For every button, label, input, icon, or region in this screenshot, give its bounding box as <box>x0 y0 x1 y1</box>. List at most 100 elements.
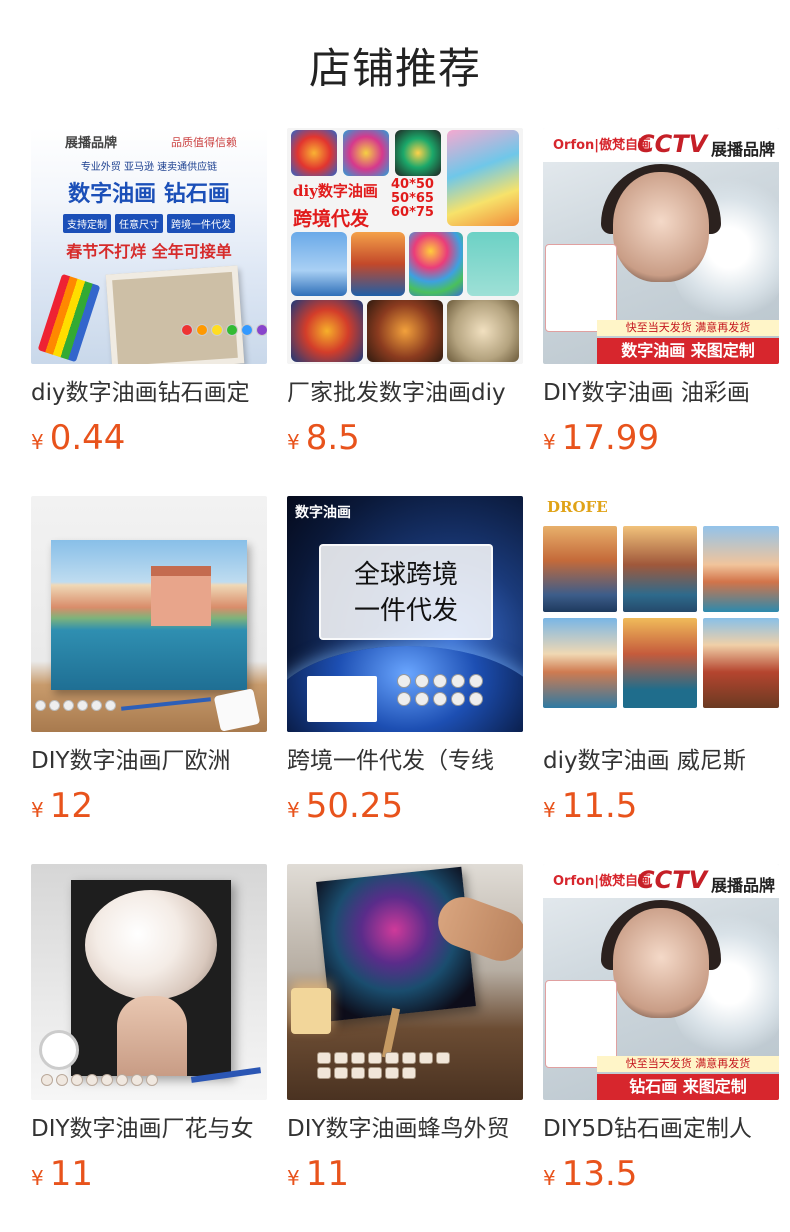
currency-symbol: ¥ <box>31 798 44 822</box>
product-card[interactable]: Orfon|傲梵自画 CCTV 展播品牌 快至当天发货 满意再发货 数字油画 来… <box>543 128 779 496</box>
image-subtitle: 专业外贸 亚马逊 速卖通供应链 <box>80 162 218 173</box>
product-price: ¥17.99 <box>543 418 779 458</box>
product-title[interactable]: DIY数字油画 油彩画 <box>543 378 779 408</box>
price-amount: 11.5 <box>561 786 638 826</box>
artwork-tile <box>395 130 441 176</box>
product-price: ¥11 <box>31 1154 267 1194</box>
artwork-tile <box>291 130 337 176</box>
price-amount: 8.5 <box>305 418 360 458</box>
artwork-tile <box>343 130 389 176</box>
canvas-graphic <box>105 265 245 364</box>
image-brand-text: 展播品牌 <box>710 876 775 895</box>
product-price: ¥11 <box>287 1154 523 1194</box>
cctv-logo: CCTV <box>637 130 708 158</box>
image-tag: 跨境一件代发 <box>167 214 235 233</box>
image-line1: diy数字油画 <box>293 182 378 200</box>
image-brand-text: DROFE <box>547 498 608 516</box>
candle-graphic <box>291 988 331 1034</box>
product-price: ¥8.5 <box>287 418 523 458</box>
product-price: ¥13.5 <box>543 1154 779 1194</box>
spokesperson-badge <box>545 244 617 332</box>
artwork-tile <box>543 618 617 708</box>
section-title: 店铺推荐 <box>308 43 481 93</box>
paint-pots-graphic <box>41 1074 158 1086</box>
product-image[interactable] <box>31 496 267 732</box>
image-brand-text: 展播品牌 <box>65 136 118 151</box>
paint-pots-graphic <box>317 1052 457 1079</box>
image-text-box: 全球跨境 一件代发 <box>319 544 493 640</box>
product-card[interactable]: DIY数字油画厂花与女 ¥11 <box>31 864 267 1232</box>
product-title[interactable]: 跨境一件代发（专线 <box>287 746 523 776</box>
currency-symbol: ¥ <box>31 1166 44 1190</box>
price-amount: 17.99 <box>561 418 660 458</box>
price-amount: 11 <box>305 1154 349 1194</box>
product-price: ¥12 <box>31 786 267 826</box>
product-card[interactable]: 展播品牌 品质值得信赖 专业外贸 亚马逊 速卖通供应链 数字油画 钻石画 支持定… <box>31 128 267 496</box>
product-card[interactable]: 数字油画 全球跨境 一件代发 跨境一件代发（专线 ¥50.25 <box>287 496 523 864</box>
product-title[interactable]: diy数字油画钻石画定 <box>31 378 267 408</box>
flower-graphic <box>85 890 217 1000</box>
currency-symbol: ¥ <box>287 798 300 822</box>
artwork-tile <box>703 618 779 708</box>
currency-symbol: ¥ <box>543 1166 556 1190</box>
image-label: 数字油画 <box>295 505 351 521</box>
product-image[interactable]: diy数字油画 跨境代发 40*50 50*65 60*75 <box>287 128 523 364</box>
paint-pots-graphic <box>181 324 267 336</box>
product-title[interactable]: DIY数字油画厂花与女 <box>31 1114 267 1144</box>
artwork-tile <box>447 300 519 362</box>
currency-symbol: ¥ <box>543 798 556 822</box>
product-card[interactable]: DIY数字油画厂欧洲 ¥12 <box>31 496 267 864</box>
product-image[interactable] <box>31 864 267 1100</box>
product-image[interactable]: Orfon|傲梵自画 CCTV 展播品牌 快至当天发货 满意再发货 钻石画 来图… <box>543 864 779 1100</box>
product-title[interactable]: 厂家批发数字油画diy <box>287 378 523 408</box>
price-amount: 0.44 <box>49 418 126 458</box>
image-tag: 任意尺寸 <box>115 214 163 233</box>
artwork-tile <box>623 526 697 612</box>
artwork-tile <box>467 232 519 296</box>
artwork-tile <box>623 618 697 708</box>
paint-pots-graphic <box>397 674 493 706</box>
artwork-tile <box>291 232 347 296</box>
portrait-face-graphic <box>613 172 709 282</box>
image-headline: 数字油画 钻石画 <box>68 181 230 207</box>
price-amount: 12 <box>49 786 93 826</box>
currency-symbol: ¥ <box>31 430 44 454</box>
image-trust-text: 品质值得信赖 <box>171 136 237 149</box>
product-card[interactable]: DROFE diy数字油画 威尼斯 ¥11.5 <box>543 496 779 864</box>
product-image[interactable] <box>287 864 523 1100</box>
product-title[interactable]: diy数字油画 威尼斯 <box>543 746 779 776</box>
price-amount: 50.25 <box>305 786 404 826</box>
image-sizes: 40*50 50*65 60*75 <box>391 178 434 220</box>
artwork-tile <box>447 130 519 226</box>
product-card[interactable]: DIY数字油画蜂鸟外贸 ¥11 <box>287 864 523 1232</box>
product-card[interactable]: Orfon|傲梵自画 CCTV 展播品牌 快至当天发货 满意再发货 钻石画 来图… <box>543 864 779 1232</box>
currency-symbol: ¥ <box>287 430 300 454</box>
product-price: ¥11.5 <box>543 786 779 826</box>
currency-symbol: ¥ <box>543 430 556 454</box>
product-image[interactable]: 数字油画 全球跨境 一件代发 <box>287 496 523 732</box>
currency-symbol: ¥ <box>287 1166 300 1190</box>
product-image[interactable]: DROFE <box>543 496 779 732</box>
product-image[interactable]: 展播品牌 品质值得信赖 专业外贸 亚马逊 速卖通供应链 数字油画 钻石画 支持定… <box>31 128 267 364</box>
product-price: ¥50.25 <box>287 786 523 826</box>
spokesperson-badge <box>545 980 617 1068</box>
price-amount: 13.5 <box>561 1154 638 1194</box>
brushes-graphic <box>37 273 101 363</box>
product-title[interactable]: DIY数字油画厂欧洲 <box>31 746 267 776</box>
image-size: 50*65 <box>391 191 434 206</box>
image-line1: 全球跨境 <box>353 560 458 590</box>
house-graphic <box>151 566 211 626</box>
product-card[interactable]: diy数字油画 跨境代发 40*50 50*65 60*75 厂家批发数字油画d… <box>287 128 523 496</box>
artwork-tile <box>409 232 463 296</box>
price-amount: 11 <box>49 1154 93 1194</box>
product-title[interactable]: DIY5D钻石画定制人 <box>543 1114 779 1144</box>
image-promo: 快至当天发货 满意再发货 <box>597 320 779 336</box>
paint-pots-graphic <box>35 700 116 711</box>
figure-graphic <box>117 996 187 1076</box>
product-image[interactable]: Orfon|傲梵自画 CCTV 展播品牌 快至当天发货 满意再发货 数字油画 来… <box>543 128 779 364</box>
image-footer: 钻石画 来图定制 <box>597 1074 779 1100</box>
artwork-tile <box>291 300 363 362</box>
product-price: ¥0.44 <box>31 418 267 458</box>
product-title[interactable]: DIY数字油画蜂鸟外贸 <box>287 1114 523 1144</box>
brush-graphic <box>121 697 211 711</box>
